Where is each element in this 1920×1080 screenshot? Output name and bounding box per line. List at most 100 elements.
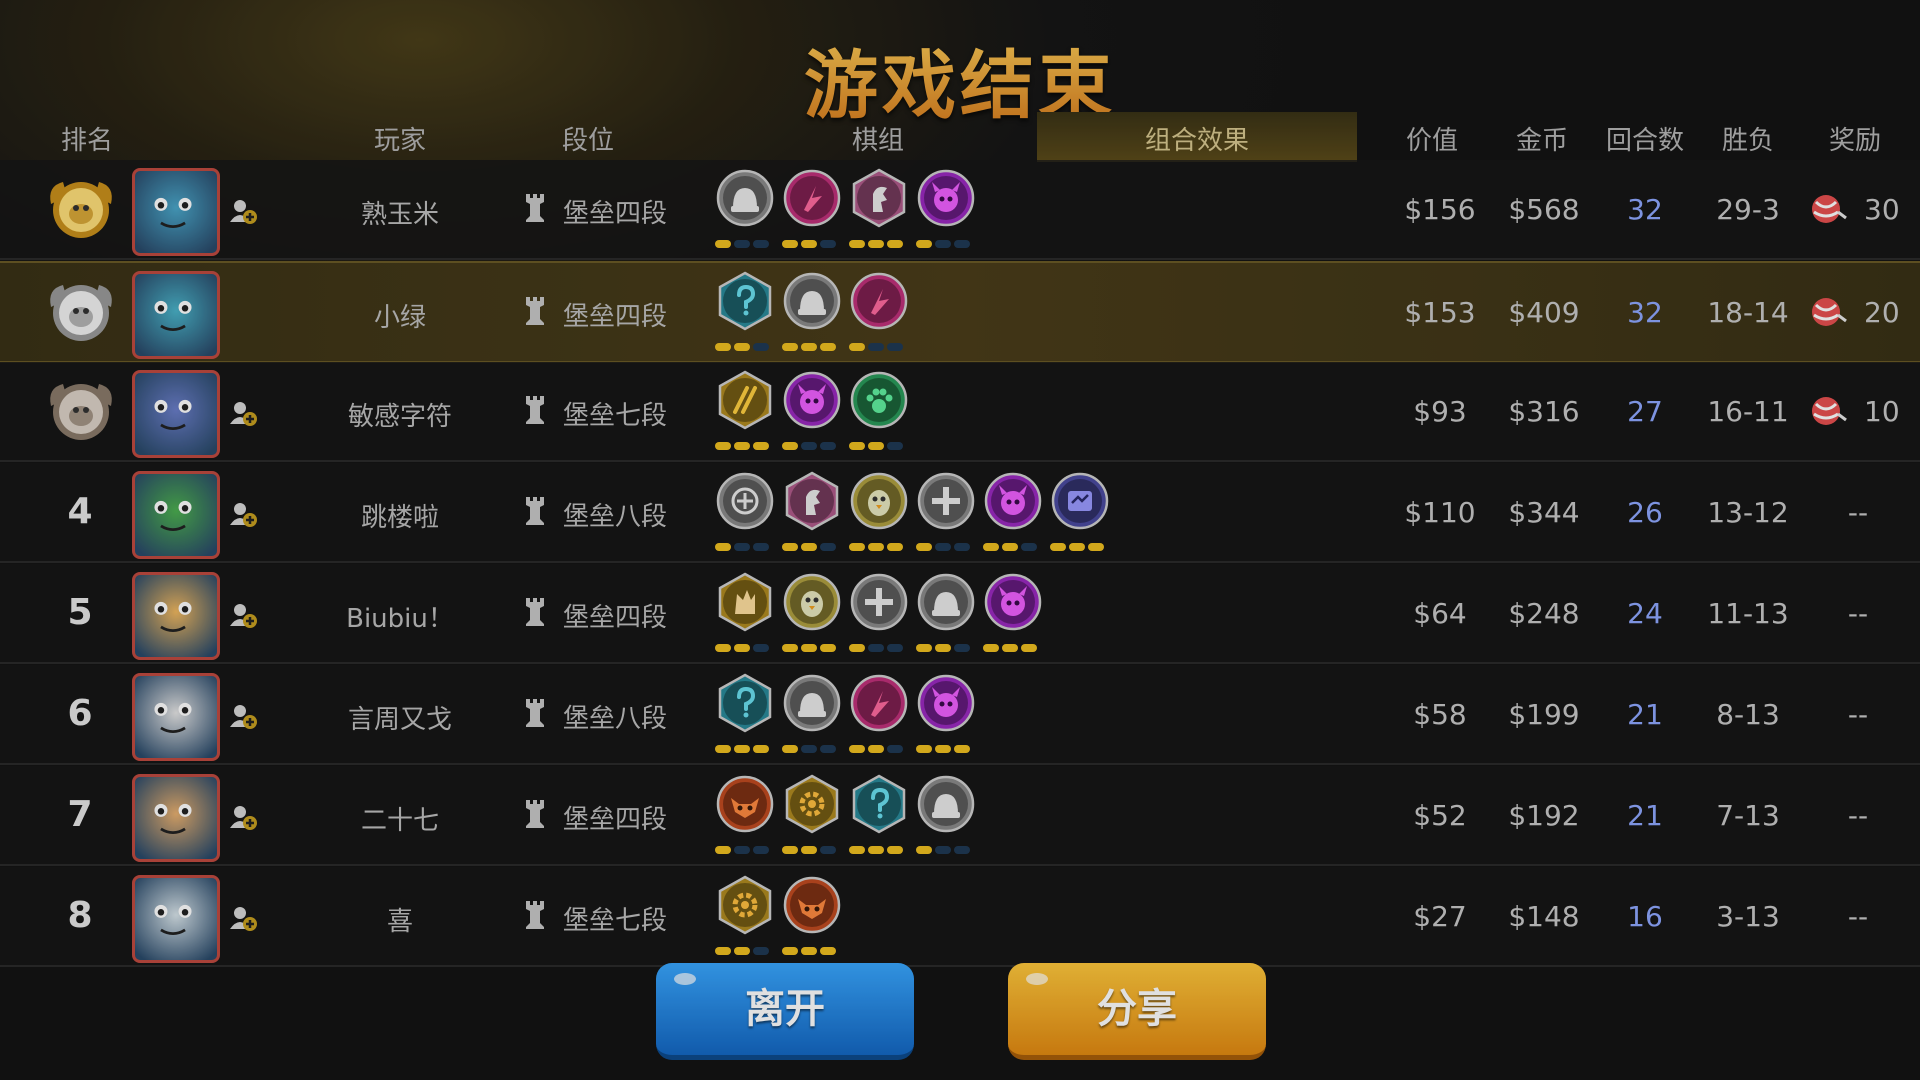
synergy-level-segment xyxy=(820,543,836,551)
add-friend-icon[interactable] xyxy=(228,499,258,529)
record-cell: 29-3 xyxy=(1716,193,1780,226)
synergy-level-bars xyxy=(715,644,1050,652)
blades-icon[interactable] xyxy=(715,370,775,430)
synergy-level-segment xyxy=(935,644,951,652)
player-name: 二十七 xyxy=(360,806,439,836)
rank-number: 4 xyxy=(67,491,93,532)
avatar[interactable] xyxy=(132,673,220,761)
avatar[interactable] xyxy=(132,370,220,458)
penguin-icon[interactable] xyxy=(849,471,909,531)
wolf-icon[interactable] xyxy=(715,572,775,632)
synergy-level-segment xyxy=(1002,644,1018,652)
avatar[interactable] xyxy=(132,168,220,256)
avatar[interactable] xyxy=(132,572,220,660)
gold-cell: $148 xyxy=(1508,900,1580,933)
add-friend-icon[interactable] xyxy=(228,196,258,226)
synergy-level-segment xyxy=(734,543,750,551)
header-synergy[interactable]: 组合效果 xyxy=(1137,120,1257,157)
reward-cell: -- xyxy=(1847,698,1869,731)
gold-cell: $568 xyxy=(1508,193,1580,226)
synergy-level-segment xyxy=(782,846,798,854)
demon-icon[interactable] xyxy=(983,471,1043,531)
synergy-level-segment xyxy=(916,644,932,652)
player-name: 跳楼啦 xyxy=(360,503,439,533)
synergy-level-segment xyxy=(715,442,731,450)
share-button[interactable]: 分享 xyxy=(1008,963,1266,1060)
knight-helmet-icon[interactable] xyxy=(782,271,842,331)
dragon-icon[interactable] xyxy=(849,673,909,733)
synergy-level-segment xyxy=(887,343,903,351)
player-name: 喜 xyxy=(386,907,413,937)
knight-helmet-icon[interactable] xyxy=(782,673,842,733)
synergy-level-segment xyxy=(753,745,769,753)
record-cell: 13-12 xyxy=(1707,496,1789,529)
synergy-level-segment xyxy=(801,947,817,955)
beast-icon[interactable] xyxy=(715,774,775,834)
dragon-icon[interactable] xyxy=(849,271,909,331)
synergy-level-segment xyxy=(868,644,884,652)
synergy-level-segment xyxy=(753,644,769,652)
rounds-cell: 21 xyxy=(1627,799,1663,832)
gear-icon[interactable] xyxy=(715,875,775,935)
synergy-level-segment xyxy=(983,644,999,652)
synergy-level-segment xyxy=(801,442,817,450)
mystery-icon[interactable] xyxy=(715,271,775,331)
horse-icon[interactable] xyxy=(849,168,909,228)
penguin-icon[interactable] xyxy=(782,572,842,632)
synergy-level-segment xyxy=(734,442,750,450)
leave-button[interactable]: 离开 xyxy=(656,963,914,1060)
goblin-icon[interactable] xyxy=(715,471,775,531)
synergy-icons xyxy=(715,774,983,854)
reward-cell: 30 xyxy=(1808,190,1918,230)
button-gloss xyxy=(674,973,696,985)
knight-helmet-icon[interactable] xyxy=(916,572,976,632)
avatar[interactable] xyxy=(132,875,220,963)
reward-cell: -- xyxy=(1847,597,1869,630)
synergy-level-segment xyxy=(820,947,836,955)
mystery-icon[interactable] xyxy=(715,673,775,733)
demon-icon[interactable] xyxy=(983,572,1043,632)
synergy-level-segment xyxy=(753,846,769,854)
avatar[interactable] xyxy=(132,471,220,559)
value-cell: $153 xyxy=(1404,296,1476,329)
knight-helmet-icon[interactable] xyxy=(916,774,976,834)
beast-icon[interactable] xyxy=(782,875,842,935)
demon-icon[interactable] xyxy=(916,168,976,228)
add-friend-icon[interactable] xyxy=(228,903,258,933)
synergy-level-segment xyxy=(782,240,798,248)
cross-icon[interactable] xyxy=(849,572,909,632)
gold-medal-icon xyxy=(45,174,117,244)
player-name: Biubiu！ xyxy=(346,604,454,634)
candy-icon xyxy=(1808,192,1848,226)
add-friend-icon[interactable] xyxy=(228,802,258,832)
horse-icon[interactable] xyxy=(782,471,842,531)
add-friend-icon[interactable] xyxy=(228,701,258,731)
demon-icon[interactable] xyxy=(916,673,976,733)
gold-cell: $409 xyxy=(1508,296,1580,329)
header-lineup[interactable]: 棋组 xyxy=(838,120,918,157)
demon-icon[interactable] xyxy=(782,370,842,430)
synergy-level-segment xyxy=(849,442,865,450)
knight-helmet-icon[interactable] xyxy=(715,168,775,228)
dragon-icon[interactable] xyxy=(782,168,842,228)
synergy-level-segment xyxy=(1050,543,1066,551)
add-friend-icon[interactable] xyxy=(228,600,258,630)
value-cell: $58 xyxy=(1413,698,1467,731)
mystery-icon[interactable] xyxy=(849,774,909,834)
gold-cell: $192 xyxy=(1508,799,1580,832)
avatar[interactable] xyxy=(132,774,220,862)
rook-icon xyxy=(523,495,547,527)
gear-icon[interactable] xyxy=(782,774,842,834)
synergy-level-bars xyxy=(715,240,983,248)
synergy-icons xyxy=(715,471,1117,551)
synergy-level-segment xyxy=(801,846,817,854)
synergy-level-segment xyxy=(849,644,865,652)
synergy-level-segment xyxy=(753,240,769,248)
add-friend-icon[interactable] xyxy=(228,398,258,428)
table-row: 敏感字符 堡垒七段 $93 $316 27 16-11 10 xyxy=(0,362,1920,462)
shaman-icon[interactable] xyxy=(1050,471,1110,531)
avatar[interactable] xyxy=(132,271,220,359)
paw-icon[interactable] xyxy=(849,370,909,430)
cross-icon[interactable] xyxy=(916,471,976,531)
candy-icon xyxy=(1808,394,1848,428)
